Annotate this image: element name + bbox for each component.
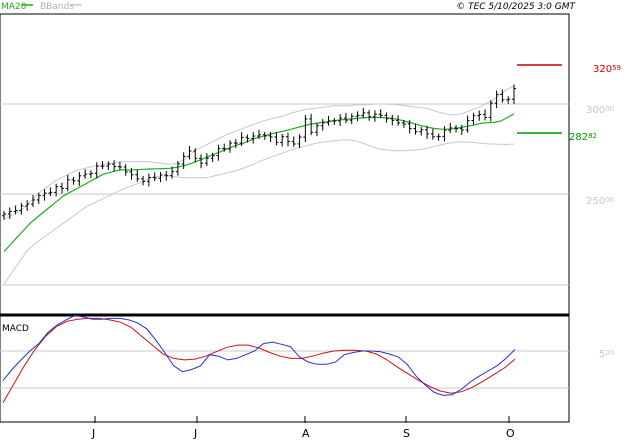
macd-tick-5: 500 (599, 349, 614, 360)
copyright-label: © TEC 5/10/2025 3:0 GMT (456, 2, 576, 12)
macd-title: MACD (2, 324, 29, 334)
resistance-int: 320 (593, 64, 612, 75)
x-tick-label: O (506, 427, 515, 440)
resistance-value: 32059 (593, 64, 621, 75)
support-value: 28282 (569, 132, 597, 143)
resistance-dec: 59 (612, 64, 621, 72)
support-dec: 82 (588, 132, 597, 140)
support-int: 282 (569, 132, 588, 143)
price-panel (0, 13, 570, 315)
stock-chart: MA20 BBands © TEC 5/10/2025 3:0 GMT 3205… (0, 2, 621, 440)
x-tick-label: J (91, 427, 95, 440)
x-tick-label: A (302, 427, 310, 440)
macd-panel (0, 315, 570, 423)
price-tick-250: 25000 (586, 196, 614, 207)
ma-legend-label: MA20 (1, 2, 27, 12)
x-tick-label: S (403, 427, 410, 440)
bb-legend-label: BBands (40, 2, 74, 12)
price-tick-300: 30000 (586, 105, 614, 116)
x-tick-label: J (193, 427, 197, 440)
